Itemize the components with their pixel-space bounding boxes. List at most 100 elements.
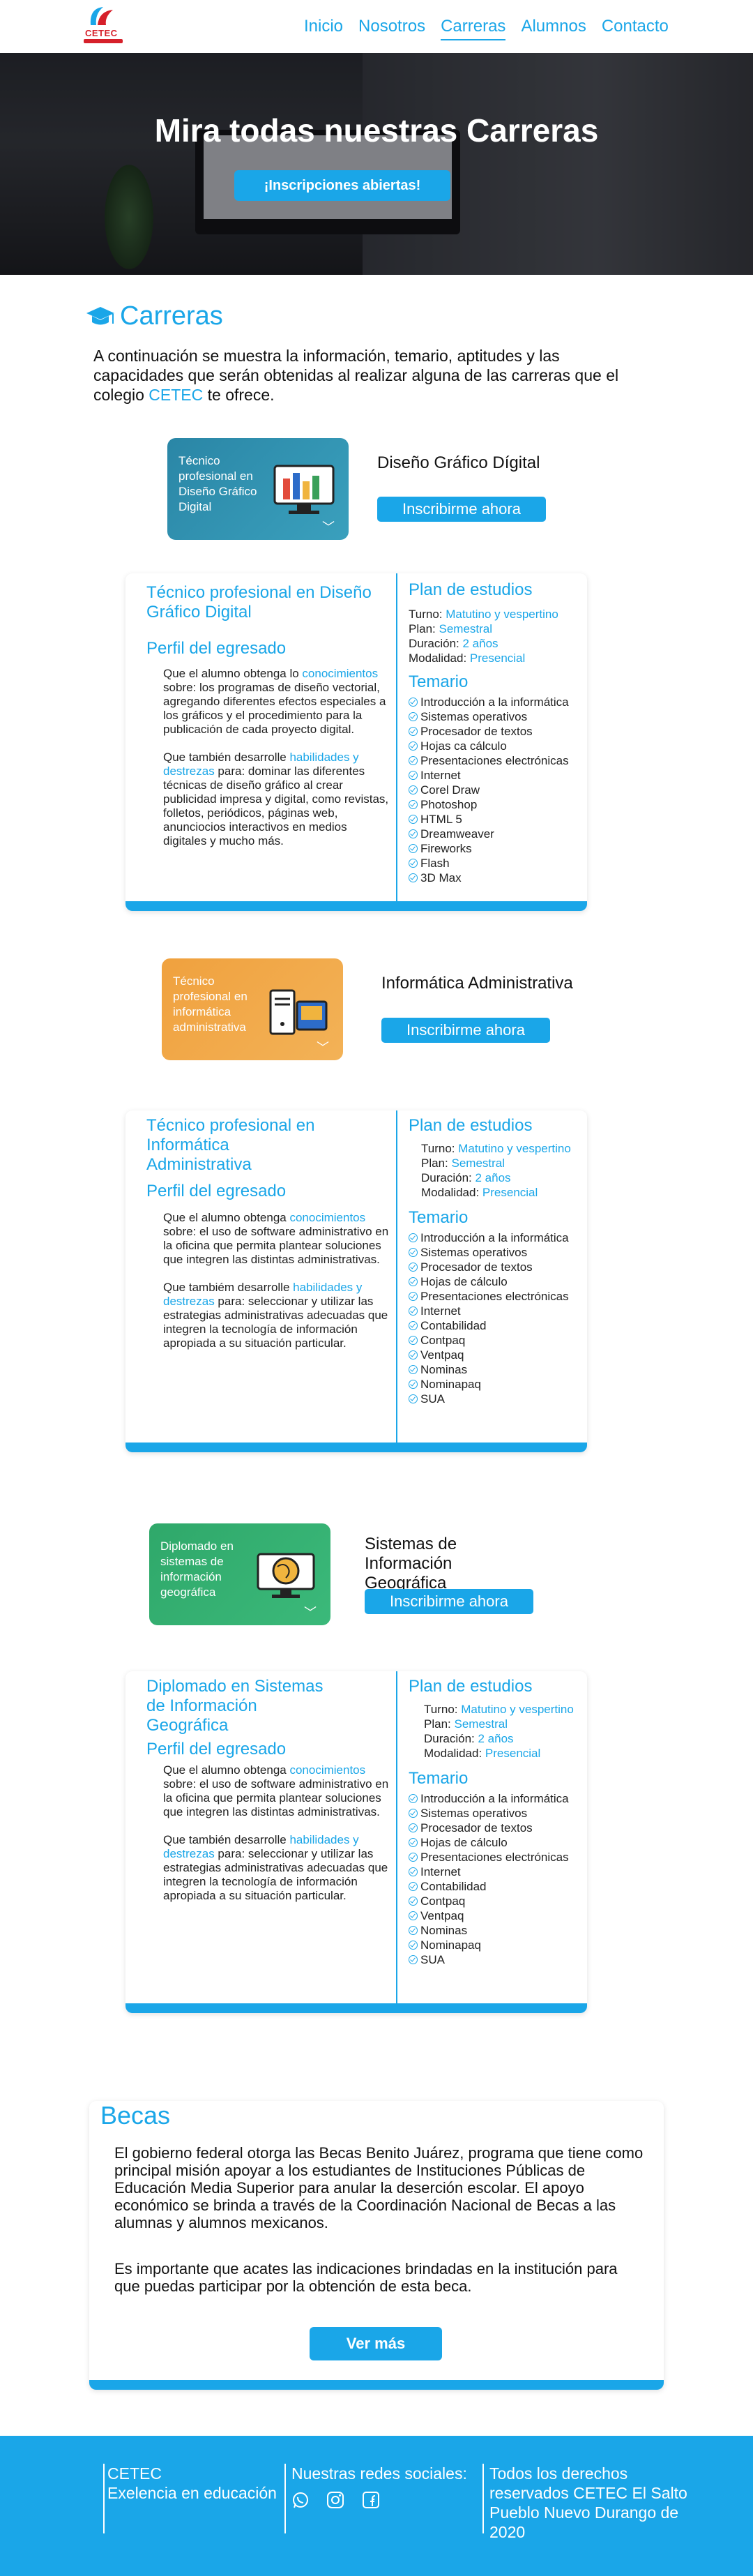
temario-item: Nominas [409,1923,587,1938]
temario-item: HTML 5 [409,812,583,827]
computer-icon [269,989,328,1035]
check-circle-icon [409,1823,418,1832]
nav-contacto[interactable]: Contacto [602,17,669,40]
temario-item-label: Introducción a la informática [420,1231,569,1244]
panel-accent-bar [126,2003,587,2013]
program-card-label: Técnico profesional en informática admin… [173,974,248,1034]
temario-item: Contpaq [409,1333,583,1348]
temario-item: Fireworks [409,841,583,856]
temario-list: Introducción a la informática Sistemas op… [409,1791,587,1967]
temario-item: Nominas [409,1362,583,1377]
temario-item: Contabilidad [409,1879,587,1894]
nav-alumnos[interactable]: Alumnos [521,17,586,40]
check-circle-icon [409,1306,418,1316]
check-circle-icon [409,741,418,751]
enrollment-open-button[interactable]: ¡Inscripciones abiertas! [234,170,450,201]
cetec-logo[interactable]: CETEC [82,4,126,47]
profile-paragraph-1: Que el alumno obtenga lo conocimientos s… [163,667,386,736]
check-circle-icon [409,756,418,765]
temario-item-label: Nominapaq [420,1938,481,1952]
temario-item-label: Presentaciones electrónicas [420,1290,569,1303]
careers-intro: A continuación se muestra la información… [93,346,651,405]
nav-nosotros[interactable]: Nosotros [358,17,425,40]
temario-item: 3D Max [409,871,583,885]
check-circle-icon [409,873,418,882]
globe-monitor-icon [257,1553,315,1598]
program-card-sig[interactable]: Diplomado en sistemas de información geo… [149,1523,330,1625]
temario-item: Introducción a la informática [409,695,583,709]
check-circle-icon [409,1336,418,1345]
enroll-button-informatica[interactable]: Inscribirme ahora [381,1018,550,1043]
check-circle-icon [409,1365,418,1374]
becas-section: Becas El gobierno federal otorga las Bec… [89,2101,664,2390]
intro-text-end: te ofrece. [203,386,275,404]
temario-item-label: Contabilidad [420,1880,487,1893]
intro-highlight: CETEC [149,386,204,404]
program-detail-title: Técnico profesional en Informática Admin… [146,1116,315,1174]
program-detail-informatica: Técnico profesional en Informática Admin… [126,1110,587,1452]
temario-item: Ventpaq [409,1348,583,1362]
temario-item-label: Flash [420,857,450,870]
whatsapp-icon[interactable] [291,2491,310,2509]
temario-item: Sistemas operativos [409,1806,587,1821]
nav-inicio[interactable]: Inicio [304,17,343,40]
nav-carreras[interactable]: Carreras [441,17,506,40]
enroll-button-sig[interactable]: Inscribirme ahora [365,1589,533,1614]
profile-paragraph-2: Que también desarrolle habilidades y des… [163,751,389,848]
profile-paragraph-2: Que también desarrolle habilidades y des… [163,1833,388,1902]
temario-item: Procesador de textos [409,1260,583,1274]
temario-item: Internet [409,1865,587,1879]
temario-item: Contpaq [409,1894,587,1908]
footer-divider [482,2464,484,2533]
becas-paragraph-2: Es importante que acates las indicacione… [114,2260,618,2295]
temario-item-label: Contpaq [420,1334,466,1347]
temario-item-label: Procesador de textos [420,725,533,738]
plan-title: Plan de estudios [409,580,533,599]
temario-item-label: Dreamweaver [420,827,494,841]
temario-item-label: Nominas [420,1363,468,1376]
temario-title: Temario [409,672,469,691]
top-navbar: CETEC Inicio Nosotros Carreras Alumnos C… [0,0,753,53]
temario-title: Temario [409,1208,469,1227]
panel-divider [396,573,397,901]
program-card-design[interactable]: Técnico profesional en Diseño Gráfico Di… [167,438,349,540]
temario-item-label: Procesador de textos [420,1821,533,1835]
panel-divider [396,1671,397,2003]
careers-title: Carreras [120,301,223,331]
instagram-icon[interactable] [326,2491,344,2509]
program-card-informatica[interactable]: Técnico profesional en informática admin… [162,958,343,1060]
plan-info: Turno: Matutino y vespertino Plan: Semes… [421,1142,571,1199]
program-card-label: Técnico profesional en Diseño Gráfico Di… [178,454,257,513]
program-card-label: Diplomado en sistemas de información geo… [160,1539,234,1599]
program-detail-title: Técnico profesional en Diseño Gráfico Di… [146,583,372,622]
temario-list: Introducción a la informática Sistemas op… [409,1230,583,1406]
becas-title: Becas [100,2101,171,2130]
program-detail-title: Diplomado en Sistemas de Información Geo… [146,1677,324,1735]
check-circle-icon [409,844,418,853]
footer-rights: Todos los derechos reservados CETEC El S… [489,2464,687,2541]
temario-item-label: Nominas [420,1924,468,1937]
plan-info: Turno: Matutino y vespertino Plan: Semes… [409,608,558,665]
enroll-button-design[interactable]: Inscribirme ahora [377,497,546,522]
program-detail-sig: Diplomado en Sistemas de Información Geo… [126,1671,587,2013]
temario-item-label: Nominapaq [420,1378,481,1391]
footer-brand-name: CETEC [107,2464,162,2483]
temario-item: Nominapaq [409,1938,587,1952]
profile-paragraph-1: Que el alumno obtenga conocimientos sobr… [163,1211,389,1266]
see-more-button[interactable]: Ver más [310,2327,442,2360]
logo-underline [84,39,123,43]
check-circle-icon [409,1233,418,1242]
temario-item-label: Procesador de textos [420,1260,533,1274]
temario-item: Nominapaq [409,1377,583,1392]
check-circle-icon [409,1838,418,1847]
check-circle-icon [409,800,418,809]
temario-item-label: Presentaciones electrónicas [420,754,569,767]
hero-banner: Mira todas nuestras Carreras ¡Inscripcio… [0,53,753,275]
temario-item: Ventpaq [409,1908,587,1923]
facebook-icon[interactable] [362,2491,380,2509]
profile-title: Perfil del egresado [146,1740,287,1758]
check-circle-icon [409,1867,418,1876]
temario-item: Sistemas operativos [409,1245,583,1260]
design-tools-icon [273,465,335,514]
temario-list: Introducción a la informática Sistemas op… [409,695,583,885]
